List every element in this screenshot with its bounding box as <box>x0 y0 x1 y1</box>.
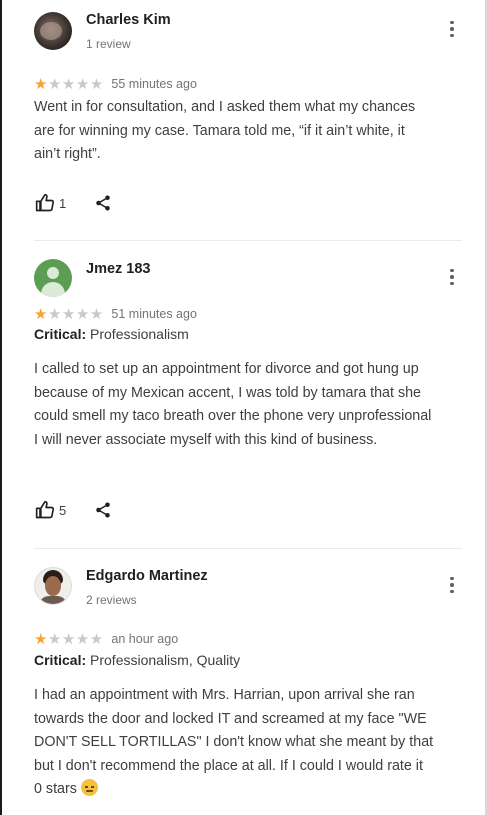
reviewer-review-count[interactable]: 2 reviews <box>86 593 137 607</box>
like-count: 1 <box>59 195 67 211</box>
more-options-icon[interactable] <box>446 18 458 40</box>
critical-value: Professionalism, Quality <box>90 652 241 668</box>
critical-label: Critical: <box>34 652 87 668</box>
star-icon: ★★★★ <box>47 76 104 93</box>
thumbs-up-icon[interactable] <box>34 500 56 520</box>
reviewer-avatar[interactable] <box>34 259 72 297</box>
review-time: 51 minutes ago <box>111 307 197 321</box>
star-icon: ★★★★ <box>47 306 104 323</box>
review-text: I called to set up an appointment for di… <box>34 361 432 448</box>
star-icon: ★ <box>34 306 48 323</box>
reviewer-avatar[interactable] <box>34 12 72 50</box>
review-actions: 1 <box>34 192 112 214</box>
thumbs-up-icon[interactable] <box>34 193 56 213</box>
star-rating: ★★★★★ <box>34 631 108 648</box>
reviewer-review-count[interactable]: 1 review <box>86 37 131 51</box>
like-count: 5 <box>59 502 67 518</box>
star-icon: ★★★★ <box>47 631 104 648</box>
review-time: an hour ago <box>111 632 179 646</box>
review-card: Jmez 183 ★★★★★ 51 minutes ago Critical: … <box>2 241 485 549</box>
critical-line: Critical: Professionalism, Quality <box>34 652 240 668</box>
review-card: Charles Kim 1 review ★★★★★ 55 minutes ag… <box>2 0 485 241</box>
review-card: Edgardo Martinez 2 reviews ★★★★★ an hour… <box>2 549 485 815</box>
review-text: Went in for consultation, and I asked th… <box>34 99 416 162</box>
share-icon[interactable] <box>94 193 112 213</box>
reviewer-avatar[interactable] <box>34 567 72 605</box>
star-rating: ★★★★★ <box>34 306 108 323</box>
rating-line: ★★★★★ an hour ago <box>34 630 178 648</box>
reviews-panel: Charles Kim 1 review ★★★★★ 55 minutes ag… <box>0 0 487 815</box>
review-text-container: I had an appointment with Mrs. Harrian, … <box>34 684 434 802</box>
pensive-face-emoji <box>80 779 98 796</box>
more-options-icon[interactable] <box>446 574 458 596</box>
star-icon: ★ <box>34 76 48 93</box>
rating-line: ★★★★★ 51 minutes ago <box>34 305 197 323</box>
reviewer-name[interactable]: Jmez 183 <box>86 261 151 277</box>
more-options-icon[interactable] <box>446 266 458 288</box>
critical-label: Critical: <box>34 326 87 342</box>
star-rating: ★★★★★ <box>34 76 108 93</box>
critical-line: Critical: Professionalism <box>34 326 189 342</box>
share-icon[interactable] <box>94 500 112 520</box>
review-actions: 5 <box>34 499 112 521</box>
star-icon: ★ <box>34 631 48 648</box>
review-time: 55 minutes ago <box>111 77 197 91</box>
reviewer-name[interactable]: Edgardo Martinez <box>86 568 208 584</box>
critical-value: Professionalism <box>90 326 189 342</box>
rating-line: ★★★★★ 55 minutes ago <box>34 75 197 93</box>
reviewer-name[interactable]: Charles Kim <box>86 12 171 28</box>
